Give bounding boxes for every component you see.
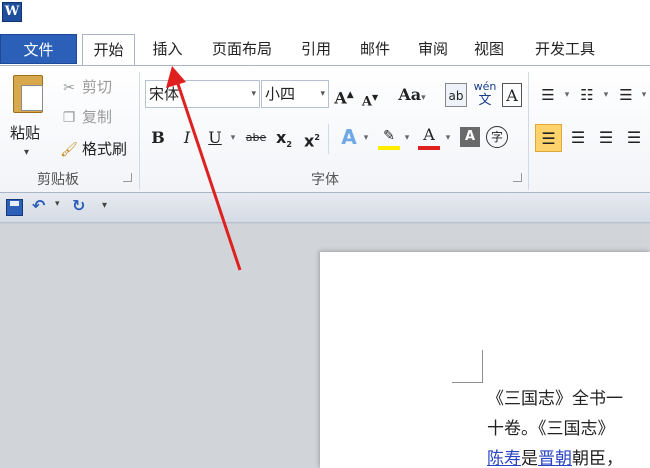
arrow-shaft [174,77,242,271]
arrow-head [166,66,186,88]
annotation-arrow-icon [166,66,242,271]
